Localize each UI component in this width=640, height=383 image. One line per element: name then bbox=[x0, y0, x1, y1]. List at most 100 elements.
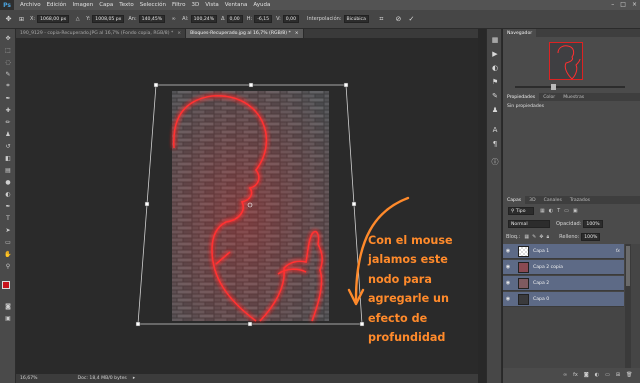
menu-seleccion[interactable]: Selección bbox=[140, 2, 166, 8]
lock-pixels-icon[interactable]: ✎ bbox=[532, 234, 536, 240]
layer-row[interactable]: ◉ Capa 1 fx bbox=[503, 244, 624, 259]
link-icon[interactable]: ∞ bbox=[169, 15, 178, 24]
layer-row[interactable]: ◉ Capa 2 copia bbox=[503, 260, 624, 275]
filter-adjust-icon[interactable]: ◐ bbox=[549, 208, 553, 214]
pen-tool-icon[interactable]: ✒ bbox=[3, 201, 13, 211]
hand-tool-icon[interactable]: ✋ bbox=[3, 249, 13, 259]
transform-handle[interactable] bbox=[153, 82, 159, 88]
add-style-icon[interactable]: fx bbox=[573, 372, 578, 378]
cancel-transform-icon[interactable]: ⊘ bbox=[394, 15, 403, 24]
zoom-tool-icon[interactable]: ⚲ bbox=[3, 261, 13, 271]
visibility-eye-icon[interactable]: ◉ bbox=[503, 264, 513, 270]
x-field[interactable]: 1068,00 px bbox=[37, 15, 70, 23]
tab-muestras[interactable]: Muestras bbox=[559, 93, 588, 101]
transform-handle[interactable] bbox=[359, 321, 365, 327]
clone-source-icon[interactable]: ♟ bbox=[490, 105, 500, 115]
tab-navigator[interactable]: Navegador bbox=[503, 29, 537, 37]
foreground-color-swatch[interactable] bbox=[2, 281, 10, 289]
visibility-eye-icon[interactable]: ◉ bbox=[503, 280, 513, 286]
dodge-tool-icon[interactable]: ◐ bbox=[3, 189, 13, 199]
move-tool-icon[interactable]: ✥ bbox=[3, 33, 13, 43]
eyedropper-tool-icon[interactable]: ✒ bbox=[3, 93, 13, 103]
brush-tool-icon[interactable]: ✏ bbox=[3, 117, 13, 127]
menu-3d[interactable]: 3D bbox=[191, 2, 199, 8]
filter-shape-icon[interactable]: ▭ bbox=[564, 208, 569, 214]
tab-bloques[interactable]: Bloques-Recuperado.jpg al 16,7% (RGB/8) … bbox=[186, 29, 304, 38]
tab-canales[interactable]: Canales bbox=[540, 196, 566, 204]
reference-point-icon[interactable]: ⊞ bbox=[17, 15, 26, 24]
gradient-tool-icon[interactable]: ▤ bbox=[3, 165, 13, 175]
menu-capa[interactable]: Capa bbox=[99, 2, 113, 8]
info-icon[interactable]: ⓘ bbox=[490, 157, 500, 167]
eraser-tool-icon[interactable]: ◧ bbox=[3, 153, 13, 163]
menu-texto[interactable]: Texto bbox=[119, 2, 134, 8]
adjustments-icon[interactable]: ◐ bbox=[490, 63, 500, 73]
quick-select-tool-icon[interactable]: ✎ bbox=[3, 69, 13, 79]
tab-trazados[interactable]: Trazados bbox=[566, 196, 594, 204]
close-tab-icon[interactable]: × bbox=[295, 31, 299, 36]
menu-edicion[interactable]: Edición bbox=[47, 2, 67, 8]
stamp-tool-icon[interactable]: ♟ bbox=[3, 129, 13, 139]
canvas-area[interactable]: Con el mouse jalamos este nodo para agre… bbox=[16, 38, 478, 374]
menu-archivo[interactable]: Archivo bbox=[20, 2, 41, 8]
marquee-tool-icon[interactable]: ⬚ bbox=[3, 45, 13, 55]
height-field[interactable]: 100,24% bbox=[190, 15, 218, 23]
tab-propiedades[interactable]: Propiedades bbox=[503, 93, 540, 101]
filter-smart-icon[interactable]: ▣ bbox=[573, 208, 578, 214]
new-group-icon[interactable]: ▭ bbox=[605, 372, 610, 378]
menu-ayuda[interactable]: Ayuda bbox=[253, 2, 270, 8]
transform-handle[interactable] bbox=[248, 82, 254, 88]
zoom-level[interactable]: 16,67% bbox=[20, 376, 38, 381]
maximize-button[interactable]: □ bbox=[620, 1, 626, 8]
transform-handle[interactable] bbox=[351, 201, 357, 207]
add-mask-icon[interactable]: ◙ bbox=[584, 372, 589, 378]
navigator-zoom-slider[interactable] bbox=[515, 84, 625, 90]
new-adjustment-icon[interactable]: ◐ bbox=[595, 372, 599, 378]
fx-icon[interactable]: fx bbox=[616, 249, 620, 254]
lock-position-icon[interactable]: ✥ bbox=[539, 234, 543, 240]
layer-row[interactable]: ◉ Capa 2 bbox=[503, 276, 624, 291]
close-window-button[interactable]: × bbox=[632, 1, 637, 8]
menu-vista[interactable]: Vista bbox=[205, 2, 219, 8]
minimize-button[interactable]: – bbox=[611, 1, 614, 8]
lasso-tool-icon[interactable]: ◌ bbox=[3, 57, 13, 67]
opacity-field[interactable]: 100% bbox=[583, 220, 603, 228]
screen-mode-icon[interactable]: ▣ bbox=[3, 313, 13, 323]
healing-tool-icon[interactable]: ✚ bbox=[3, 105, 13, 115]
angle-field[interactable]: 0,00 bbox=[226, 15, 243, 23]
visibility-eye-icon[interactable]: ◉ bbox=[503, 296, 513, 302]
lock-transparency-icon[interactable]: ▦ bbox=[524, 234, 529, 240]
layer-name[interactable]: Capa 0 bbox=[533, 297, 549, 302]
character-icon[interactable]: A bbox=[490, 125, 500, 135]
navigator-thumbnail[interactable] bbox=[549, 42, 583, 80]
menu-filtro[interactable]: Filtro bbox=[172, 2, 185, 8]
link-layers-icon[interactable]: ∞ bbox=[563, 372, 567, 378]
y-field[interactable]: 1008,05 px bbox=[92, 15, 125, 23]
v-skew-field[interactable]: 0,00 bbox=[282, 15, 300, 23]
warp-icon[interactable]: ⌗ bbox=[377, 15, 386, 24]
status-arrow-icon[interactable]: ▸ bbox=[133, 376, 135, 381]
layer-name[interactable]: Capa 2 bbox=[533, 281, 549, 286]
tab-3d[interactable]: 3D bbox=[525, 196, 539, 204]
brush-panel-icon[interactable]: ✎ bbox=[490, 91, 500, 101]
delta-icon[interactable]: △ bbox=[73, 15, 82, 24]
history-icon[interactable]: ▦ bbox=[490, 35, 500, 45]
shape-tool-icon[interactable]: ▭ bbox=[3, 237, 13, 247]
delete-layer-icon[interactable]: 🗑︎ bbox=[626, 372, 632, 378]
lock-all-icon[interactable]: 🔒︎ bbox=[546, 234, 549, 240]
tab-color[interactable]: Color bbox=[539, 93, 559, 101]
fill-field[interactable]: 100% bbox=[581, 233, 601, 241]
filter-pixel-icon[interactable]: ▦ bbox=[540, 208, 545, 214]
transform-handle[interactable] bbox=[343, 82, 349, 88]
menu-imagen[interactable]: Imagen bbox=[72, 2, 93, 8]
paragraph-icon[interactable]: ¶ bbox=[490, 139, 500, 149]
blend-mode-select[interactable]: Normal bbox=[508, 220, 550, 228]
transform-handle[interactable] bbox=[135, 321, 141, 327]
menu-ventana[interactable]: Ventana bbox=[225, 2, 248, 8]
quick-mask-icon[interactable]: ◙ bbox=[3, 301, 13, 311]
transform-tool-icon[interactable]: ✥ bbox=[4, 15, 13, 24]
scrollbar-thumb[interactable] bbox=[626, 246, 630, 286]
styles-icon[interactable]: ⚑ bbox=[490, 77, 500, 87]
history-brush-tool-icon[interactable]: ↺ bbox=[3, 141, 13, 151]
h-skew-field[interactable]: -6,15 bbox=[254, 15, 273, 23]
